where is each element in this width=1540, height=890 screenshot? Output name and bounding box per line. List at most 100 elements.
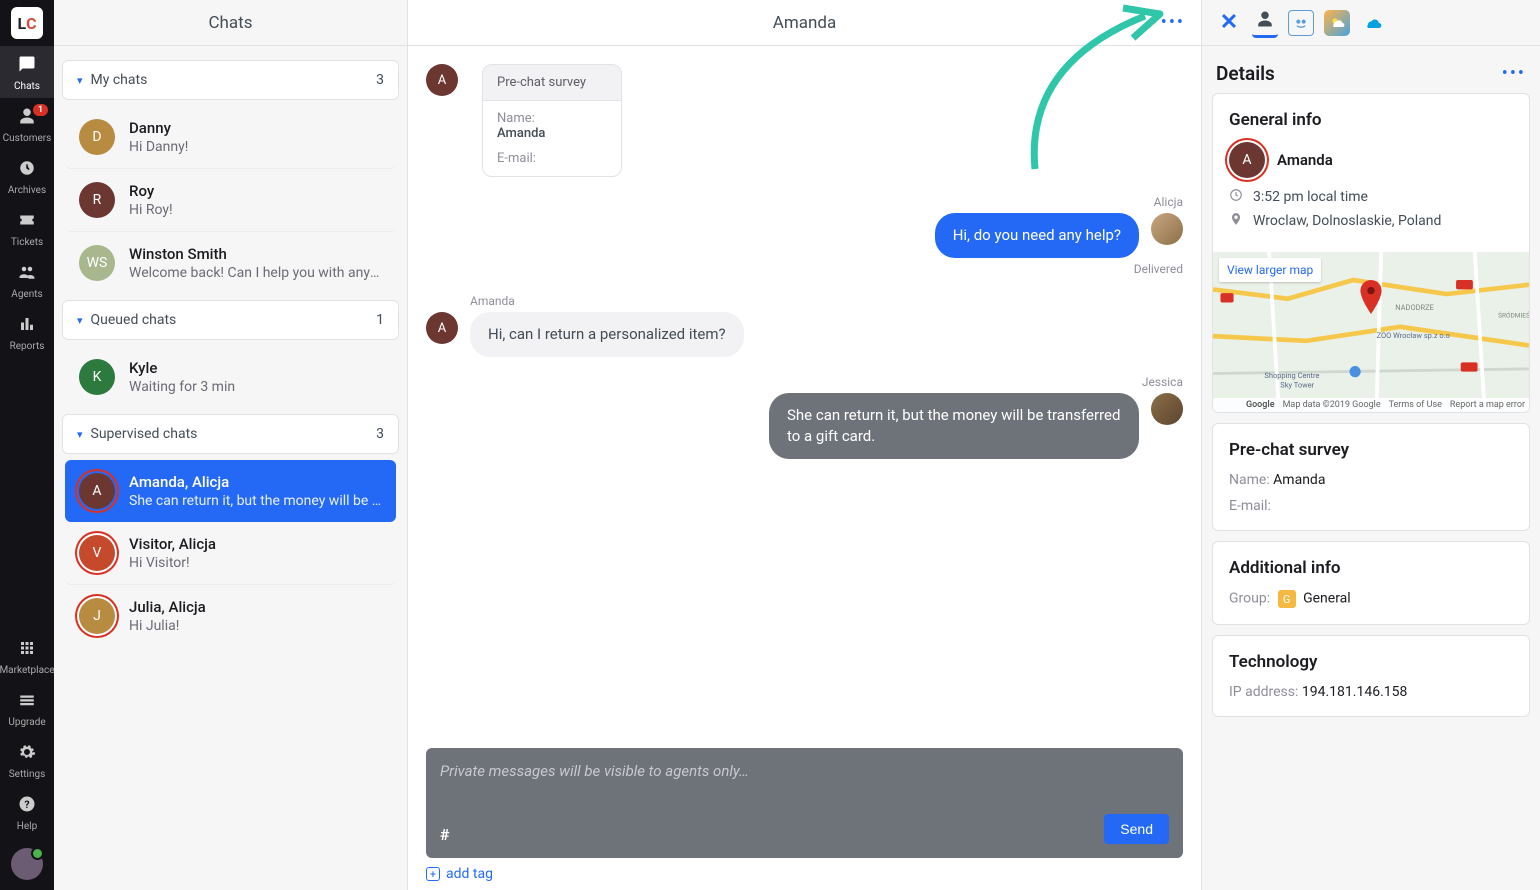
nav-customers[interactable]: Customers 1: [0, 98, 54, 150]
nav-archives[interactable]: Archives: [0, 150, 54, 202]
avatar: K: [79, 359, 115, 395]
user-avatar[interactable]: [11, 848, 43, 880]
avatar: D: [79, 119, 115, 155]
location-map[interactable]: NADODRZE ŚRÓDMIEŚ ZOO Wrocław sp.z o.o S…: [1213, 252, 1529, 412]
additional-info-card: Additional info Group: G General: [1212, 541, 1530, 625]
nav-label: Settings: [9, 769, 46, 780]
chat-snippet: She can return it, but the money will be…: [129, 493, 382, 509]
chat-snippet: Hi Roy!: [129, 202, 382, 218]
card-title: Technology: [1213, 636, 1529, 684]
prechat-survey-card: Pre-chat survey Name: Amanda E-mail:: [1212, 423, 1530, 531]
card-title: Pre-chat survey: [1213, 424, 1529, 472]
chat-list-item[interactable]: D Danny Hi Danny!: [65, 106, 396, 169]
svg-text:NADODRZE: NADODRZE: [1395, 303, 1434, 312]
customer-name: Amanda: [1277, 151, 1333, 169]
agents-icon: [18, 263, 36, 286]
chat-name: Danny: [129, 119, 382, 137]
chat-name: Winston Smith: [129, 245, 382, 263]
help-icon: ?: [18, 795, 36, 818]
map-google-logo: Google: [1246, 400, 1275, 410]
chat-list-item[interactable]: A Amanda, Alicja She can return it, but …: [65, 460, 396, 522]
chevron-down-icon: ▾: [77, 314, 83, 327]
message-status: Delivered: [1134, 262, 1183, 276]
view-larger-map-button[interactable]: View larger map: [1219, 258, 1321, 282]
add-tag-button[interactable]: + add tag: [426, 866, 1183, 882]
customer-avatar: A: [426, 64, 458, 96]
avatar: R: [79, 182, 115, 218]
nav-reports[interactable]: Reports: [0, 306, 54, 358]
details-title: Details: [1216, 62, 1275, 85]
group-value: General: [1303, 591, 1351, 607]
chat-list-item[interactable]: R Roy Hi Roy!: [65, 169, 396, 232]
svg-text:?: ?: [24, 798, 29, 811]
customer-avatar: A: [426, 312, 458, 344]
chat-list-item[interactable]: V Visitor, Alicja Hi Visitor!: [65, 522, 396, 585]
chat-snippet: Waiting for 3 min: [129, 379, 382, 395]
send-button[interactable]: Send: [1104, 814, 1169, 844]
ip-value: 194.181.146.158: [1302, 684, 1408, 700]
chat-name: Kyle: [129, 359, 382, 377]
section-supervised-chats[interactable]: ▾ Supervised chats 3: [62, 414, 399, 454]
more-menu-icon[interactable]: •••: [1161, 12, 1185, 33]
ip-label: IP address:: [1229, 684, 1302, 700]
chat-name: Roy: [129, 182, 382, 200]
avatar: A: [79, 473, 115, 509]
integration-weather-icon[interactable]: [1324, 10, 1350, 36]
nav-upgrade[interactable]: Upgrade: [0, 682, 54, 734]
section-label: Queued chats: [91, 312, 177, 328]
more-menu-icon[interactable]: •••: [1502, 63, 1526, 84]
map-terms[interactable]: Terms of Use: [1389, 400, 1442, 410]
survey-email-label: E-mail:: [497, 151, 607, 166]
integration-salesforce-icon[interactable]: [1360, 10, 1386, 36]
conversation-title: Amanda: [773, 13, 836, 33]
map-report[interactable]: Report a map error: [1450, 400, 1525, 410]
section-count: 3: [376, 72, 384, 88]
chevron-down-icon: ▾: [77, 428, 83, 441]
nav-label: Marketplace: [0, 665, 55, 676]
plus-icon: +: [426, 867, 440, 881]
nav-label: Tickets: [11, 237, 43, 248]
person-tab-icon[interactable]: [1252, 8, 1278, 38]
chat-list-item[interactable]: K Kyle Waiting for 3 min: [65, 346, 396, 408]
message-input[interactable]: [440, 762, 1169, 806]
nav-label: Upgrade: [8, 717, 45, 728]
svg-text:Sky Tower: Sky Tower: [1280, 381, 1314, 390]
message-composer: # Send: [426, 748, 1183, 858]
survey-card-title: Pre-chat survey: [483, 65, 621, 101]
clock-icon: [18, 159, 36, 182]
nav-tickets[interactable]: Tickets: [0, 202, 54, 254]
hash-shortcut-icon[interactable]: #: [440, 825, 449, 844]
nav-label: Help: [17, 821, 37, 832]
chat-snippet: Hi Danny!: [129, 139, 382, 155]
nav-label: Chats: [14, 81, 40, 92]
nav-label: Archives: [8, 185, 46, 196]
avatar: V: [79, 535, 115, 571]
section-queued-chats[interactable]: ▾ Queued chats 1: [62, 300, 399, 340]
grid-icon: [18, 639, 36, 662]
clock-icon: [1229, 188, 1245, 206]
nav-label: Customers: [3, 133, 52, 144]
section-my-chats[interactable]: ▾ My chats 3: [62, 60, 399, 100]
nav-marketplace[interactable]: Marketplace: [0, 630, 54, 682]
gear-icon: [18, 743, 36, 766]
chat-name: Amanda, Alicja: [129, 473, 382, 491]
ticket-icon: [18, 211, 36, 234]
chat-icon: [18, 55, 36, 78]
chat-snippet: Welcome back! Can I help you with anythi…: [129, 265, 382, 281]
section-count: 1: [376, 312, 384, 328]
nav-label: Reports: [10, 341, 45, 352]
nav-settings[interactable]: Settings: [0, 734, 54, 786]
name-value: Amanda: [1273, 472, 1325, 488]
technology-card: Technology IP address: 194.181.146.158: [1212, 635, 1530, 717]
chat-list-item[interactable]: J Julia, Alicja Hi Julia!: [65, 585, 396, 647]
message-bubble-customer: Hi, can I return a personalized item?: [470, 312, 744, 357]
nav-help[interactable]: ? Help: [0, 786, 54, 838]
chat-snippet: Hi Visitor!: [129, 555, 382, 571]
nav-agents[interactable]: Agents: [0, 254, 54, 306]
close-icon[interactable]: ✕: [1216, 10, 1242, 36]
nav-chats[interactable]: Chats: [0, 46, 54, 98]
svg-text:Shopping Centre: Shopping Centre: [1264, 371, 1319, 380]
chats-title: Chats: [54, 0, 407, 46]
chat-list-item[interactable]: WS Winston Smith Welcome back! Can I hel…: [65, 232, 396, 294]
integration-owl-icon[interactable]: [1288, 10, 1314, 36]
